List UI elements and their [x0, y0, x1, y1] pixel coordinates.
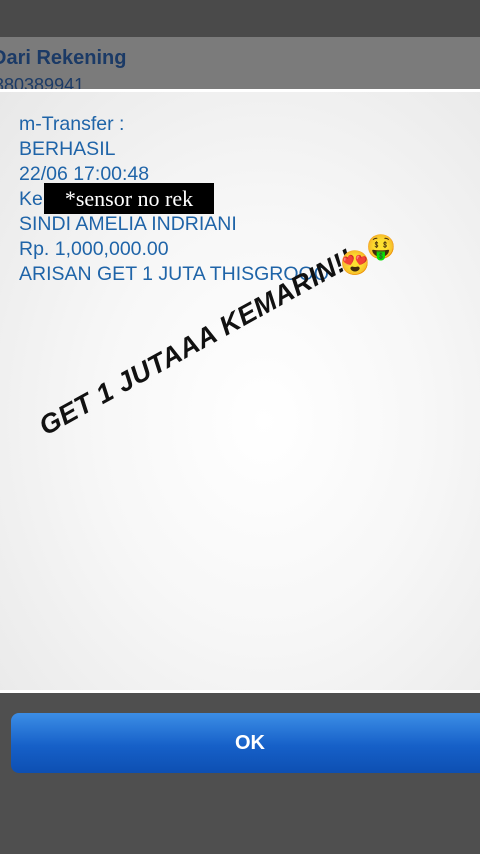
status-bar: [0, 0, 480, 37]
source-account-number: 380389941: [0, 75, 85, 89]
money-mouth-emoji-icon: 🤑: [366, 234, 396, 261]
message-line-header: m-Transfer :: [19, 113, 125, 135]
message-line-status: BERHASIL: [19, 138, 116, 160]
message-line-note: ARISAN GET 1 JUTA THISGROOO: [19, 263, 329, 285]
background-account-panel: Dari Rekening 380389941: [0, 37, 480, 89]
transfer-result-dialog: m-Transfer : BERHASIL 22/06 17:00:48 Ke …: [0, 89, 480, 773]
source-account-title: Dari Rekening: [0, 47, 127, 69]
screen: Dari Rekening 380389941 m-Transfer : BER…: [0, 0, 480, 854]
censor-label: *sensor no rek: [44, 183, 214, 214]
ok-button[interactable]: OK: [11, 713, 480, 773]
